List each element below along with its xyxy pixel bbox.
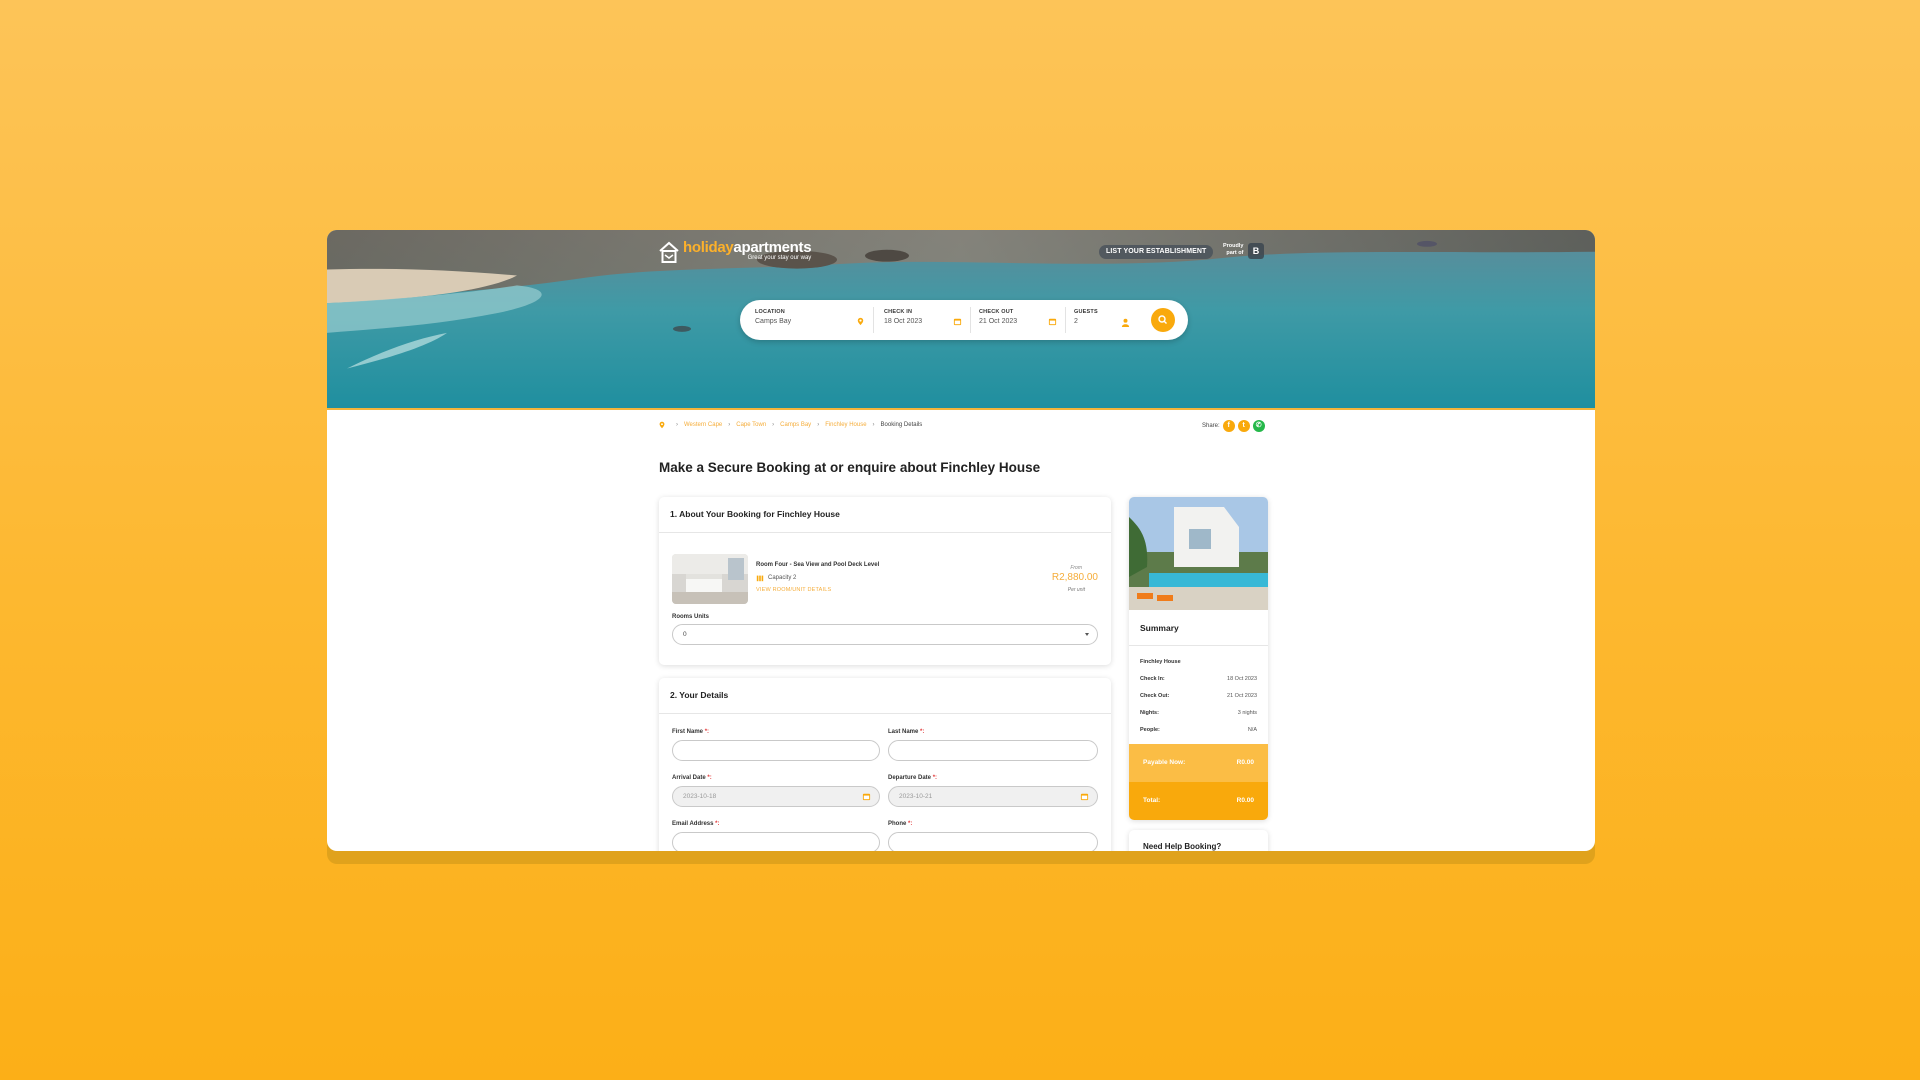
page-title: Make a Secure Booking at or enquire abou… [659, 460, 1041, 475]
search-bar: LOCATION Camps Bay CHECK IN 18 Oct 2023 … [740, 300, 1188, 340]
summary-title: Summary [1129, 610, 1268, 646]
last-name-input[interactable] [888, 740, 1098, 761]
breadcrumb-link[interactable]: Finchley House [825, 422, 866, 428]
first-name-input[interactable] [672, 740, 880, 761]
map-pin-icon [659, 421, 665, 429]
first-name-label: First Name *: [672, 729, 710, 735]
room-price: R2,880.00 [1051, 572, 1098, 583]
calendar-icon [1080, 793, 1089, 801]
whatsapp-icon[interactable]: ✆ [1252, 420, 1265, 432]
summary-row-nights: Nights: 3 nights [1140, 710, 1257, 716]
arrival-date-label: Arrival Date *: [672, 775, 712, 781]
search-icon [1158, 315, 1167, 324]
property-pool-image [1129, 497, 1268, 610]
price-per-label: Per unit [1067, 587, 1085, 593]
total-row: Total: R0.00 [1129, 782, 1268, 820]
twitter-icon[interactable]: t [1237, 420, 1250, 432]
summary-row-check-in: Check In: 18 Oct 2023 [1140, 676, 1257, 682]
email-input[interactable] [672, 832, 880, 851]
browser-frame: holidayapartments Great your stay our wa… [327, 230, 1595, 851]
breadcrumb-current: Booking Details [880, 422, 923, 428]
proudly-part-of-label: Proudly part of [1223, 243, 1244, 256]
last-name-label: Last Name *: [888, 729, 925, 735]
property-photo[interactable] [1129, 497, 1268, 610]
calendar-icon [1048, 318, 1057, 326]
chevron-down-icon [1085, 633, 1089, 636]
logo-wordmark: holidayapartments [683, 239, 812, 256]
check-out-field[interactable]: CHECK OUT 21 Oct 2023 [971, 307, 1066, 333]
rooms-units-label: Rooms Units [672, 614, 710, 620]
help-booking-panel[interactable]: Need Help Booking? [1129, 830, 1268, 851]
summary-property-name: Finchley House [1140, 659, 1181, 665]
summary-row-people: People: N/A [1140, 727, 1257, 733]
email-label: Email Address *: [672, 821, 720, 827]
breadcrumb-link[interactable]: Western Cape [684, 422, 722, 428]
share-bar: Share: f t ✆ [1202, 420, 1265, 432]
house-logo-icon [659, 241, 679, 263]
map-pin-icon [857, 317, 864, 326]
rooms-units-select[interactable]: 0 [672, 624, 1098, 645]
room-name: Room Four - Sea View and Pool Deck Level [756, 562, 880, 568]
breadcrumb-link[interactable]: Cape Town [736, 422, 766, 428]
price-from-label: From [1070, 565, 1082, 571]
summary-panel: Summary Finchley House Check In: 18 Oct 2… [1129, 497, 1268, 820]
breadcrumb-link[interactable]: Camps Bay [780, 422, 811, 428]
details-panel: 2. Your Details First Name *: Last Name … [659, 678, 1111, 851]
list-establishment-button[interactable]: LIST YOUR ESTABLISHMENT [1099, 245, 1214, 259]
guests-field[interactable]: GUESTS 2 [1066, 307, 1138, 333]
payable-now-row: Payable Now: R0.00 [1129, 744, 1268, 782]
partner-badge[interactable]: B [1248, 243, 1264, 259]
phone-label: Phone *: [888, 821, 913, 827]
departure-date-input[interactable]: 2023-10-21 [888, 786, 1098, 807]
search-button[interactable] [1151, 308, 1175, 332]
booking-panel: 1. About Your Booking for Finchley House… [659, 497, 1111, 665]
phone-input[interactable] [888, 832, 1098, 851]
person-icon [1121, 318, 1130, 327]
facebook-icon[interactable]: f [1222, 420, 1235, 432]
arrival-date-input[interactable]: 2023-10-18 [672, 786, 880, 807]
view-room-details-link[interactable]: VIEW ROOM/UNIT DETAILS [756, 587, 831, 593]
breadcrumb: › Western Cape › Cape Town › Camps Bay ›… [658, 421, 922, 429]
share-label: Share: [1202, 423, 1220, 429]
departure-date-label: Departure Date *: [888, 775, 938, 781]
room-photo [672, 554, 748, 604]
details-section-title: 2. Your Details [659, 678, 1111, 714]
booking-section-title: 1. About Your Booking for Finchley House [659, 497, 1111, 533]
site-logo[interactable]: holidayapartments Great your stay our wa… [658, 239, 812, 264]
summary-row-check-out: Check Out: 21 Oct 2023 [1140, 693, 1257, 699]
location-field[interactable]: LOCATION Camps Bay [747, 307, 874, 333]
hero-banner: holidayapartments Great your stay our wa… [327, 230, 1595, 410]
room-capacity: Capacity 2 [756, 574, 796, 582]
check-in-field[interactable]: CHECK IN 18 Oct 2023 [876, 307, 971, 333]
people-icon [756, 575, 764, 582]
calendar-icon [862, 793, 871, 801]
room-thumbnail[interactable] [672, 554, 748, 604]
help-booking-title: Need Help Booking? [1143, 842, 1222, 851]
calendar-icon [953, 318, 962, 326]
